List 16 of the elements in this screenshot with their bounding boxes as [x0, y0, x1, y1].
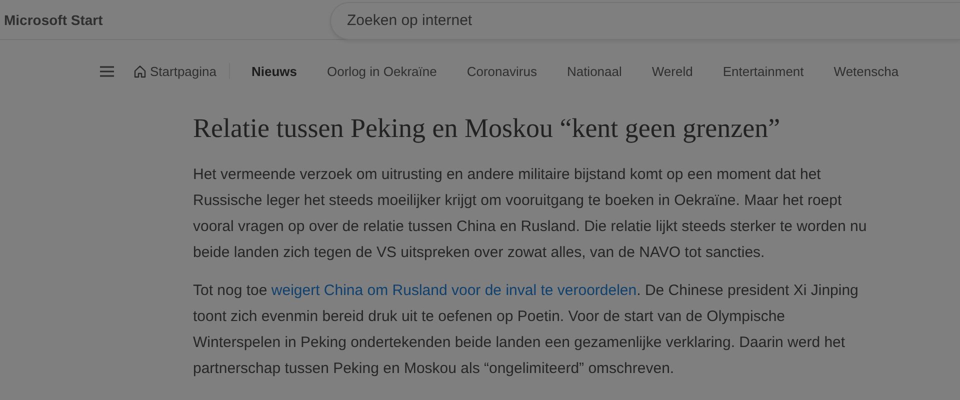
nav-link[interactable]: Nationaal [566, 64, 622, 78]
site-logo[interactable]: Microsoft Start [4, 12, 330, 28]
menu-icon[interactable] [100, 66, 114, 76]
nav-link[interactable]: Oorlog in Oekraïne [327, 64, 437, 78]
search-field[interactable]: Zoeken op internet [330, 2, 960, 40]
nav-link[interactable]: Wetenscha [834, 64, 899, 78]
nav-link[interactable]: Wereld [652, 64, 693, 78]
nav-link[interactable]: Startpagina [134, 64, 216, 78]
home-icon [134, 64, 146, 78]
nav-link[interactable]: Coronavirus [466, 64, 537, 78]
nav-link[interactable]: Nieuws [252, 64, 298, 78]
nav-link[interactable]: Entertainment [722, 64, 804, 78]
article-paragraph: Het vermeende verzoek om uitrusting en andere militaire bijstand komt op een moment dat het Russische leger het steeds moeilijker krijgt om vooruitgang te boeken in Oekraïne. Maar het roept vooral vragen op over de relatie tussen China en Rusland. Die relatie lijkt steeds sterker te worden nu beide landen zich tegen de VS uitspreken over zowat alles, van de NAVO tot sancties. [193, 165, 868, 263]
article-paragraph: Tot nog toe weigert China om Rusland voor de inval te veroordelen. De Chinese president Xi Jinping toont zich evenmin bereid druk uit te oefenen op Poetin. Voor de start van de Olympische Winterspelen in Peking ondertekenden beide landen een gezamenlijke verklaring. Daarin werd het partnerschap tussen Peking en Moskou als “ongelimiteerd” omschreven. [193, 281, 860, 379]
article-title: Relatie tussen Peking en Moskou “kent geen grenzen” [193, 113, 782, 144]
article-link[interactable]: weigert China om Rusland voor de inval te veroordelen [271, 282, 637, 299]
